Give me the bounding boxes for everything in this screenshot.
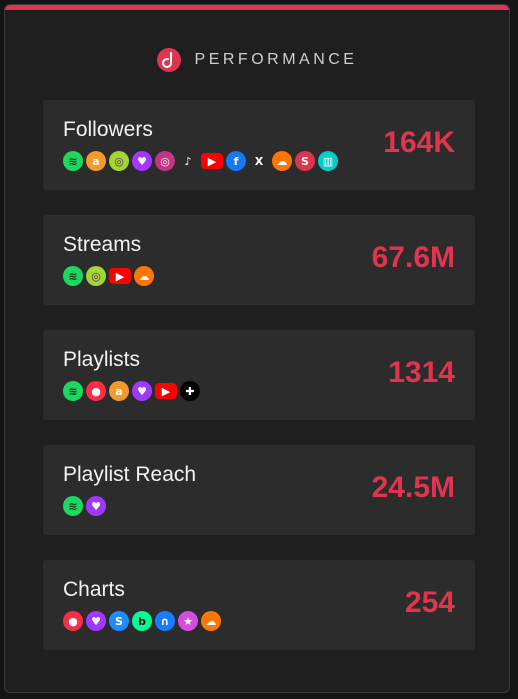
youtube-icon: ▶ [201, 153, 223, 169]
metric-label: Playlists [63, 348, 141, 371]
metric-card-followers[interactable]: Followers ≋ a ◎ ♥ ◎ ♪ ▶ f X ☁ S ▥ 164K [43, 100, 475, 190]
deezer-icon: ♥ [132, 381, 152, 401]
metric-value: 1314 [388, 356, 455, 389]
metric-value: 24.5M [371, 471, 455, 504]
platform-icons: ≋ a ◎ ♥ ◎ ♪ ▶ f X ☁ S ▥ [63, 151, 338, 171]
apple-music-icon: ● [63, 611, 83, 631]
metric-card-streams[interactable]: Streams ≋ ◎ ▶ ☁ 67.6M [43, 215, 475, 305]
apple-music-icon: ● [86, 381, 106, 401]
metric-label: Streams [63, 233, 142, 256]
deezer-icon: ♥ [86, 496, 106, 516]
platform-icons: ≋ ● a ♥ ▶ ✚ [63, 381, 200, 401]
shazam-icon: S [109, 611, 129, 631]
performance-panel: PERFORMANCE Followers ≋ a ◎ ♥ ◎ ♪ ▶ f X ☁ S ▥ 164K … [4, 4, 510, 693]
deezer-icon: ♥ [86, 611, 106, 631]
youtube-icon: ▶ [155, 383, 177, 399]
beatport-icon: b [132, 611, 152, 631]
metric-label: Charts [63, 578, 125, 601]
facebook-icon: f [226, 151, 246, 171]
soundcloud-icon: ☁ [201, 611, 221, 631]
itunes-icon: ★ [178, 611, 198, 631]
anghami-icon: ◎ [109, 151, 129, 171]
instagram-icon: ◎ [155, 151, 175, 171]
panel-header: PERFORMANCE [5, 43, 509, 77]
spotify-icon: ≋ [63, 266, 83, 286]
platform-icons: ≋ ♥ [63, 496, 106, 516]
amazon-music-icon: a [86, 151, 106, 171]
deezer-icon: ♥ [132, 151, 152, 171]
audiomack-icon: ∩ [155, 611, 175, 631]
spotify-icon: ≋ [63, 381, 83, 401]
platform-icons: ● ♥ Sb ∩ ★ ☁ [63, 611, 221, 631]
tiktok-icon: ♪ [184, 154, 192, 168]
spotify-icon: ≋ [63, 151, 83, 171]
metric-card-charts[interactable]: Charts ● ♥ Sb ∩ ★ ☁ 254 [43, 560, 475, 650]
tidal-icon: ✚ [180, 381, 200, 401]
soundcloud-icon: ☁ [272, 151, 292, 171]
amazon-music-icon: a [109, 381, 129, 401]
panel-title: PERFORMANCE [194, 51, 358, 68]
accent-bar [5, 5, 509, 10]
metric-value: 67.6M [371, 241, 455, 274]
x-icon: X [254, 154, 264, 168]
metric-card-playlist-reach[interactable]: Playlist Reach ≋ ♥ 24.5M [43, 445, 475, 535]
metric-value: 254 [404, 586, 455, 619]
shazam-s-icon: S [295, 151, 315, 171]
bandsintown-icon: ▥ [318, 151, 338, 171]
metric-label: Playlist Reach [63, 463, 197, 486]
metric-value: 164K [383, 126, 455, 159]
metric-card-playlists[interactable]: Playlists ≋ ● a ♥ ▶ ✚ 1314 [43, 330, 475, 420]
platform-icons: ≋ ◎ ▶ ☁ [63, 266, 154, 286]
spotify-icon: ≋ [63, 496, 83, 516]
brand-logo-icon [156, 48, 181, 72]
anghami-icon: ◎ [86, 266, 106, 286]
soundcloud-icon: ☁ [134, 266, 154, 286]
youtube-icon: ▶ [109, 268, 131, 284]
metric-label: Followers [63, 118, 153, 141]
